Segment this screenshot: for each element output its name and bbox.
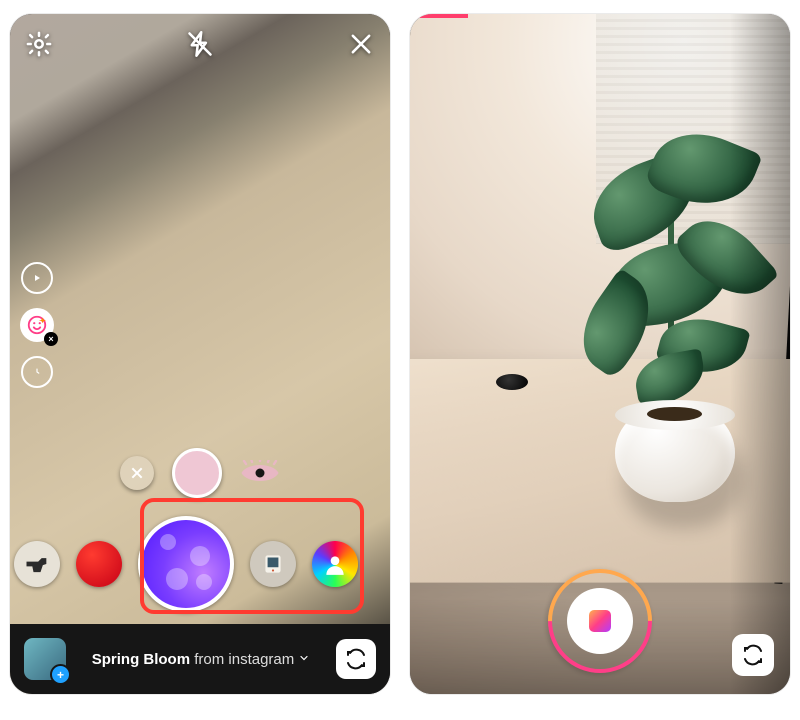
add-to-story-plus-icon: + bbox=[50, 664, 71, 685]
story-camera-screen: × bbox=[10, 14, 390, 694]
stop-icon bbox=[589, 610, 611, 632]
camera-top-bar bbox=[10, 14, 390, 74]
switch-camera-icon[interactable] bbox=[336, 639, 376, 679]
eye-icon[interactable] bbox=[240, 460, 280, 486]
shutter-button[interactable] bbox=[548, 569, 652, 673]
effect-author-label: instagram bbox=[228, 651, 294, 668]
effect-adjust-row bbox=[10, 448, 390, 498]
story-recording-screen bbox=[410, 14, 790, 694]
recording-progress-bar bbox=[410, 14, 468, 18]
annotation-highlight-box bbox=[140, 498, 364, 614]
gear-icon[interactable] bbox=[24, 29, 54, 59]
camera-footer: + Spring Bloom from instagram bbox=[10, 624, 390, 694]
camera-side-tools: × bbox=[20, 262, 54, 388]
shutter-inner bbox=[567, 588, 633, 654]
flash-off-icon[interactable] bbox=[185, 29, 215, 59]
switch-camera-icon[interactable] bbox=[732, 634, 774, 676]
plant-soil-decor bbox=[647, 407, 702, 421]
desk-grommet-decor bbox=[496, 374, 528, 390]
effect-intensity-icon[interactable] bbox=[172, 448, 222, 498]
timer-icon[interactable] bbox=[21, 356, 53, 388]
clear-face-filter-icon[interactable]: × bbox=[44, 332, 58, 346]
vignette-decor bbox=[730, 14, 790, 694]
effect-red-dot[interactable] bbox=[76, 541, 122, 587]
reset-effect-icon[interactable] bbox=[120, 456, 154, 490]
effect-name-label: Spring Bloom bbox=[92, 651, 190, 668]
effect-attribution[interactable]: Spring Bloom from instagram bbox=[80, 651, 322, 668]
play-icon[interactable] bbox=[21, 262, 53, 294]
chevron-down-icon bbox=[298, 651, 310, 668]
gallery-thumbnail[interactable]: + bbox=[24, 638, 66, 680]
face-filter-icon[interactable]: × bbox=[20, 308, 54, 342]
close-icon[interactable] bbox=[346, 29, 376, 59]
effect-squirt-gun[interactable] bbox=[14, 541, 60, 587]
effect-from-label: from bbox=[190, 651, 228, 668]
